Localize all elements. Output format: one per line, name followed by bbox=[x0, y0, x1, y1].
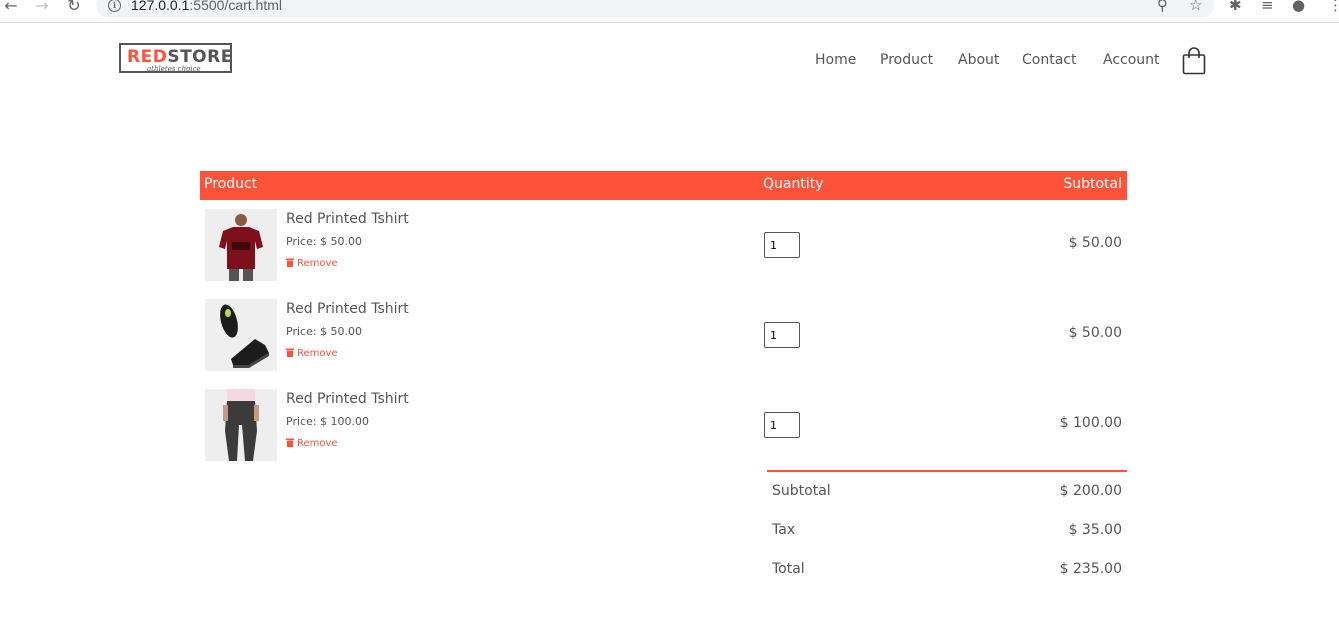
totals-total-row: Total $ 235.00 bbox=[767, 550, 1127, 589]
tax-label: Tax bbox=[772, 522, 796, 538]
remove-label: Remove bbox=[297, 348, 338, 359]
extensions-icon[interactable]: ✱ bbox=[1229, 0, 1242, 13]
row-subtotal: $ 100.00 bbox=[1059, 415, 1122, 431]
trash-icon bbox=[286, 348, 294, 357]
header-subtotal: Subtotal bbox=[1063, 176, 1122, 192]
subtotal-label: Subtotal bbox=[772, 483, 831, 499]
product-image-black-shoes bbox=[205, 299, 277, 371]
forward-icon[interactable]: → bbox=[33, 0, 51, 14]
header-quantity: Quantity bbox=[763, 176, 824, 192]
totals-subtotal-row: Subtotal $ 200.00 bbox=[767, 472, 1127, 511]
browser-toolbar: ← → ↻ i 127.0.0.1:5500/cart.html ⚲ ☆ ✱ ≡… bbox=[0, 0, 1339, 23]
total-value: $ 235.00 bbox=[1059, 561, 1122, 577]
nav-account[interactable]: Account bbox=[1103, 52, 1160, 68]
logo-tagline: athletes choice bbox=[147, 65, 201, 73]
zoom-icon[interactable]: ⚲ bbox=[1157, 0, 1168, 13]
quantity-input[interactable] bbox=[764, 412, 800, 438]
redstore-logo[interactable]: REDSTORE athletes choice bbox=[119, 43, 232, 73]
remove-link[interactable]: Remove bbox=[286, 257, 338, 269]
url-host: 127.0.0.1 bbox=[131, 0, 190, 13]
menu-icon[interactable]: ⋮ bbox=[1328, 0, 1339, 13]
remove-link[interactable]: Remove bbox=[286, 437, 338, 449]
nav-contact[interactable]: Contact bbox=[1022, 52, 1076, 68]
remove-label: Remove bbox=[297, 438, 338, 449]
product-image-red-tshirt bbox=[205, 209, 277, 281]
logo-dark-text: STORE bbox=[167, 47, 233, 67]
row-subtotal: $ 50.00 bbox=[1068, 235, 1122, 251]
cart-table-header: Product Quantity Subtotal bbox=[200, 171, 1127, 200]
header-product: Product bbox=[204, 176, 258, 192]
cart-row: Red Printed Tshirt Price: $ 100.00 Remov… bbox=[200, 389, 1127, 469]
product-name[interactable]: Red Printed Tshirt bbox=[286, 211, 409, 227]
row-subtotal: $ 50.00 bbox=[1068, 325, 1122, 341]
trash-icon bbox=[286, 258, 294, 267]
reload-icon[interactable]: ↻ bbox=[65, 0, 83, 14]
trash-icon bbox=[286, 438, 294, 447]
quantity-input[interactable] bbox=[764, 232, 800, 258]
star-icon[interactable]: ☆ bbox=[1189, 0, 1202, 13]
url-text[interactable]: 127.0.0.1:5500/cart.html bbox=[131, 0, 282, 13]
nav-product[interactable]: Product bbox=[880, 52, 933, 68]
totals-tax-row: Tax $ 35.00 bbox=[767, 511, 1127, 550]
reading-list-icon[interactable]: ≡ bbox=[1261, 0, 1274, 13]
nav-about[interactable]: About bbox=[958, 52, 999, 68]
back-icon[interactable]: ← bbox=[2, 0, 20, 14]
cart-totals: Subtotal $ 200.00 Tax $ 35.00 Total $ 23… bbox=[767, 470, 1127, 589]
product-price: Price: $ 100.00 bbox=[286, 415, 370, 428]
product-name[interactable]: Red Printed Tshirt bbox=[286, 391, 409, 407]
profile-icon[interactable]: ● bbox=[1292, 0, 1305, 13]
product-price: Price: $ 50.00 bbox=[286, 325, 363, 338]
quantity-input[interactable] bbox=[764, 322, 800, 348]
product-price: Price: $ 50.00 bbox=[286, 235, 363, 248]
product-name[interactable]: Red Printed Tshirt bbox=[286, 301, 409, 317]
total-label: Total bbox=[772, 561, 805, 577]
product-image-grey-joggers bbox=[205, 389, 277, 461]
nav-home[interactable]: Home bbox=[815, 52, 856, 68]
tax-value: $ 35.00 bbox=[1068, 522, 1122, 538]
logo-wordmark: REDSTORE bbox=[127, 47, 233, 67]
shopping-bag-icon[interactable] bbox=[1182, 47, 1206, 75]
remove-label: Remove bbox=[297, 258, 338, 269]
cart-row: Red Printed Tshirt Price: $ 50.00 Remove… bbox=[200, 299, 1127, 379]
cart-row: Red Printed Tshirt Price: $ 50.00 Remove… bbox=[200, 209, 1127, 289]
remove-link[interactable]: Remove bbox=[286, 347, 338, 359]
subtotal-value: $ 200.00 bbox=[1059, 483, 1122, 499]
url-path: :5500/cart.html bbox=[189, 0, 282, 13]
logo-red-text: RED bbox=[127, 47, 168, 67]
